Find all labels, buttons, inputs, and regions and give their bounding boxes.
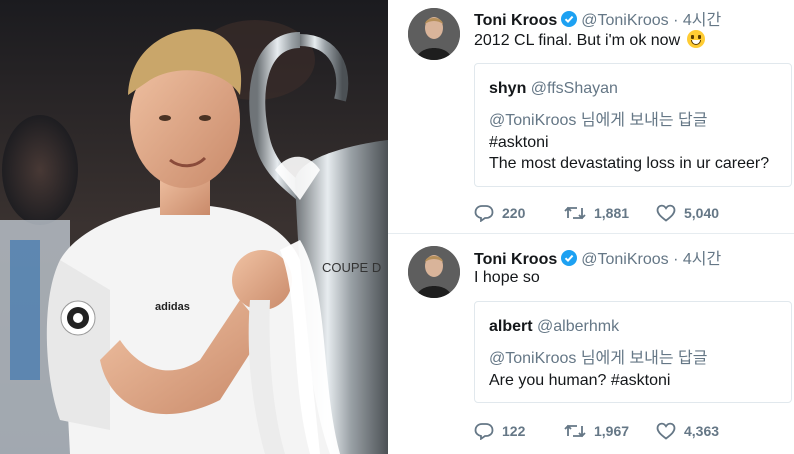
reply-count: 220: [502, 205, 526, 221]
tweet[interactable]: Toni Kroos @ToniKroos · 4시간 I hope so alb…: [388, 234, 794, 454]
retweet-icon: [564, 206, 586, 220]
heart-icon: [656, 422, 676, 440]
tweet-actions: 122 1,967 4,363: [474, 422, 774, 442]
like-count: 5,040: [684, 205, 720, 221]
quoted-author-handle: @ffsShayan: [530, 80, 618, 97]
verified-badge-icon: [561, 250, 578, 271]
avatar[interactable]: [408, 8, 460, 60]
quoted-tweet[interactable]: shyn @ffsShayan @ToniKroos 님에게 보내는 답글 #a…: [474, 63, 792, 187]
tweet[interactable]: Toni Kroos @ToniKroos · 4시간 2012 CL final…: [388, 0, 794, 232]
shirt-sponsor-logo: adidas: [155, 301, 190, 313]
author-name[interactable]: Toni Kroos: [474, 251, 557, 268]
tweet-header: Toni Kroos @ToniKroos · 4시간: [474, 6, 721, 32]
separator-dot: ·: [673, 251, 679, 268]
author-handle[interactable]: @ToniKroos: [581, 12, 668, 29]
quoted-text-line: The most devastating loss in ur career?: [489, 155, 770, 172]
reply-button[interactable]: 122: [474, 422, 525, 440]
retweet-count: 1,967: [594, 423, 630, 439]
quoted-tweet[interactable]: albert @alberhmk @ToniKroos 님에게 보내는 답글 A…: [474, 301, 792, 403]
quoted-author-handle: @alberhmk: [537, 318, 620, 335]
tweet-header: Toni Kroos @ToniKroos · 4시간: [474, 245, 721, 271]
player-photo: COUPE D adidas: [0, 0, 388, 454]
like-button[interactable]: 5,040: [656, 204, 719, 222]
tweet-text: I hope so: [474, 269, 540, 286]
trophy-celebration-image: COUPE D adidas: [0, 0, 388, 454]
grinning-face-emoji-icon: [686, 30, 705, 48]
avatar[interactable]: [408, 246, 460, 298]
heart-icon: [656, 204, 676, 222]
tweet-text: 2012 CL final. But i'm ok now: [474, 30, 705, 50]
separator-dot: ·: [673, 12, 679, 29]
retweet-button[interactable]: 1,881: [564, 204, 629, 222]
quoted-author-name: shyn: [489, 80, 527, 97]
reply-icon: [474, 423, 494, 440]
retweet-icon: [564, 424, 586, 438]
verified-badge-icon: [561, 11, 578, 32]
profile-photo-icon: [408, 246, 460, 298]
retweet-count: 1,881: [594, 205, 630, 221]
like-count: 4,363: [684, 423, 720, 439]
tweet-timestamp[interactable]: 4시간: [683, 251, 721, 268]
quoted-text-line: #asktoni: [489, 134, 549, 151]
reply-icon: [474, 205, 494, 222]
tweet-actions: 220 1,881 5,040: [474, 204, 774, 224]
quoted-text-line: Are you human? #asktoni: [489, 372, 671, 389]
tweet-timeline: Toni Kroos @ToniKroos · 4시간 2012 CL final…: [388, 0, 794, 454]
retweet-button[interactable]: 1,967: [564, 422, 629, 440]
tweet-body: 2012 CL final. But i'm ok now: [474, 32, 681, 49]
reply-count: 122: [502, 423, 526, 439]
reply-context[interactable]: @ToniKroos 님에게 보내는 답글: [489, 344, 708, 368]
profile-photo-icon: [408, 8, 460, 60]
reply-button[interactable]: 220: [474, 204, 525, 222]
quoted-author-name: albert: [489, 318, 533, 335]
reply-context[interactable]: @ToniKroos 님에게 보내는 답글: [489, 106, 708, 130]
author-handle[interactable]: @ToniKroos: [581, 251, 668, 268]
tweet-timestamp[interactable]: 4시간: [683, 12, 721, 29]
trophy-engraving: COUPE D: [322, 260, 381, 275]
like-button[interactable]: 4,363: [656, 422, 719, 440]
author-name[interactable]: Toni Kroos: [474, 12, 557, 29]
